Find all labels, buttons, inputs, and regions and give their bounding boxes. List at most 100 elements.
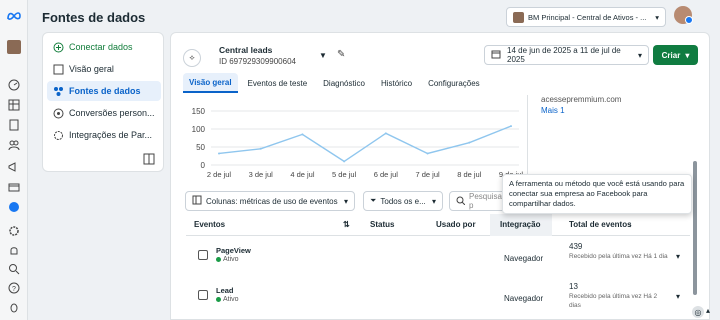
pencil-icon[interactable]: ✎ [337,49,345,60]
scrollbar[interactable] [693,161,697,295]
sort-desc-icon[interactable]: ↓ [628,220,632,229]
sidebar-item-data-sources[interactable]: Fontes de dados [47,81,161,101]
sidebar-item-partner-integrations[interactable]: Integrações de Par... [47,125,161,145]
tab-test-events[interactable]: Eventos de teste [242,73,314,93]
header-status[interactable]: Status [370,220,394,229]
gear-icon[interactable] [7,224,21,238]
filter-icon: ⏷ [370,196,377,205]
events-filter-dropdown[interactable]: ⏷ Todos os e... ▾ [363,191,443,211]
integration-value: Navegador [504,254,544,263]
expand-row-icon[interactable]: ▾ [676,292,680,301]
sidebar-item-overview[interactable]: Visão geral [47,59,161,79]
tab-settings[interactable]: Configurações [422,73,486,93]
account-selector[interactable]: BM Principal - Central de Ativos - ... ▾ [506,7,666,27]
chevron-down-icon: ▾ [637,50,642,60]
search-placeholder: Pesquisar p [469,192,505,210]
globe-icon[interactable]: ◎ [692,306,704,318]
x-tick-label: 8 de jul [457,170,482,179]
event-status: Ativo [216,296,239,303]
date-range-picker[interactable]: 14 de jun de 2025 a 11 de jul de 2025 ▾ [484,45,649,65]
event-name: PageView [216,246,251,255]
source-header: ⟡ Central leads ID 697929309900604 ▼ ✎ [183,45,473,69]
status-dot [216,297,221,302]
account-name: BM Principal - Central de Ativos - ... [528,12,647,22]
collapse-sidebar-icon[interactable] [143,153,155,165]
x-tick-label: 2 de jul [207,170,232,179]
y-tick-label: 150 [192,107,206,116]
more-link[interactable]: Mais 1 [541,106,691,115]
card-icon[interactable] [7,180,21,194]
sidebar-item-connect-data[interactable]: Conectar dados [47,37,161,57]
tab-overview[interactable]: Visão geral [183,73,238,93]
table-icon[interactable] [7,98,21,112]
sidebar: Conectar dados Visão geral Fontes de dad… [42,32,164,172]
events-table: Eventos ⇅ Status Usado por Integração To… [186,214,690,320]
tab-history[interactable]: Histórico [375,73,418,93]
facebook-badge-icon [685,16,693,24]
meta-logo-icon[interactable] [7,9,21,23]
bug-icon[interactable] [7,300,21,314]
table-row[interactable]: PageView Ativo Navegador 439 Recebido pe… [186,240,690,274]
date-range-text: 14 de jun de 2025 a 11 de jul de 2025 [507,46,621,64]
integration-tooltip: A ferramenta ou método que você está usa… [502,174,692,214]
data-point [218,152,220,155]
dashboard-icon[interactable] [7,78,21,92]
sort-icon[interactable]: ⇅ [343,220,350,229]
last-received-text: Recebido pela última vez Há 1 dia [569,253,668,260]
table-row[interactable]: Lead Ativo Navegador 13 Recebido pela úl… [186,280,690,314]
x-tick-label: 3 de jul [249,170,274,179]
expand-icon[interactable]: ▴ [706,306,716,318]
data-point [384,132,387,135]
tab-bar: Visão geral Eventos de teste Diagnóstico… [183,73,486,95]
event-name: Lead [216,286,234,295]
data-sources-icon [53,86,64,97]
total-events-value: 439 [569,242,583,251]
y-tick-label: 100 [192,125,206,134]
bell-icon[interactable] [7,244,21,258]
columns-icon [192,195,202,207]
nav-rail: ? [0,0,28,320]
header-used-by[interactable]: Usado por [436,220,476,229]
integrations-icon [53,130,64,141]
events-filter-label: Todos os e... [380,196,426,206]
data-point [468,141,471,144]
pages-icon[interactable] [7,118,21,132]
last-received-text: Recebido pela última vez Há 2 dias [569,293,658,309]
x-tick-label: 7 de jul [415,170,440,179]
account-avatar-icon[interactable] [7,40,21,54]
create-label: Criar [661,50,681,60]
header-events[interactable]: Eventos [194,220,225,229]
search-input[interactable]: Pesquisar p [449,191,509,211]
megaphone-icon[interactable] [7,160,21,174]
sidebar-item-label: Conectar dados [69,42,133,52]
data-point [259,147,262,150]
chevron-down-icon: ▾ [655,12,659,22]
lead-icon [198,290,208,300]
sidebar-item-custom-conversions[interactable]: Conversões person... [47,103,161,123]
events-manager-icon[interactable] [7,200,21,214]
source-dropdown-icon[interactable]: ▼ [319,51,327,60]
columns-dropdown[interactable]: Colunas: métricas de uso de eventos ▾ [185,191,355,211]
page-title: Fontes de dados [42,10,146,25]
series-line [218,125,512,163]
x-tick-label: 6 de jul [374,170,399,179]
header-integration[interactable]: Integração [490,214,552,236]
columns-label: Colunas: métricas de uso de eventos [206,196,338,206]
help-icon[interactable]: ? [7,281,21,295]
table-header: Eventos ⇅ Status Usado por Integração To… [186,214,690,236]
expand-row-icon[interactable]: ▾ [676,252,680,261]
calendar-icon [491,49,501,61]
header-total-events[interactable]: Total de eventos [569,220,632,229]
chevron-down-icon: ▾ [685,50,690,60]
search-icon[interactable] [7,262,21,276]
people-icon[interactable] [7,138,21,152]
source-name: Central leads [219,45,273,55]
sidebar-item-label: Conversões person... [69,108,155,118]
status-text: Ativo [223,256,239,263]
x-tick-label: 5 de jul [332,170,357,179]
data-point [510,125,512,128]
events-chart: 0 50 100 150 2 de jul 3 de jul 4 de jul 5 de ju… [192,107,524,179]
tab-diagnostics[interactable]: Diagnóstico [317,73,371,93]
event-status: Ativo [216,256,239,263]
create-button[interactable]: Criar ▾ [653,45,698,65]
